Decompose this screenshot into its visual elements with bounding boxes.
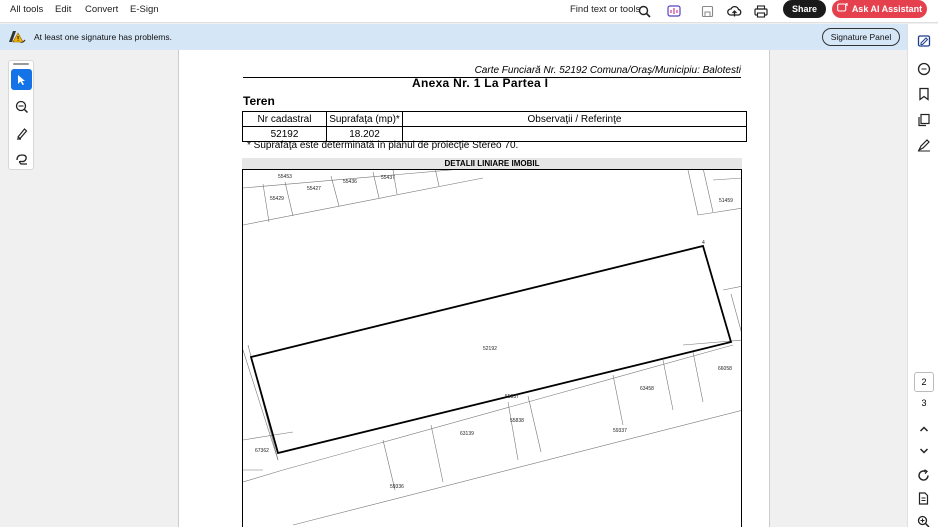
- plan-label: 55838: [510, 418, 524, 424]
- save-icon[interactable]: [697, 1, 717, 21]
- chevron-down-icon[interactable]: [914, 441, 933, 460]
- right-tools-rail: 2 3: [907, 24, 938, 527]
- search-icon[interactable]: [634, 1, 654, 21]
- comment-search-icon: [15, 100, 28, 113]
- table-header-row: Nr cadastral Suprafaţa (mp)* Observaţii …: [242, 111, 747, 127]
- pages-icon[interactable]: [914, 110, 933, 129]
- parcel-plan-drawing: 52192 55453 55427 55436 55437 55429 5145…: [243, 170, 741, 526]
- comment-icon[interactable]: [914, 59, 933, 78]
- ai-audio-icon[interactable]: [664, 1, 684, 21]
- plan-vertex-label: 4: [702, 240, 705, 246]
- edit-pdf-icon[interactable]: [914, 31, 933, 50]
- plan-label: 55453: [278, 174, 292, 180]
- find-text-label[interactable]: Find text or tools: [570, 4, 640, 15]
- menu-convert[interactable]: Convert: [85, 4, 118, 15]
- banner-message: At least one signature has problems.: [34, 32, 172, 42]
- draw-tool-button[interactable]: [11, 148, 32, 169]
- plan-label: 63139: [460, 431, 474, 437]
- plan-label: 55437: [381, 175, 395, 181]
- plan-label: 55429: [270, 196, 284, 202]
- plan-label: 55436: [343, 179, 357, 185]
- bookmark-icon[interactable]: [914, 84, 933, 103]
- freehand-draw-icon: [15, 153, 27, 165]
- signature-panel-button[interactable]: Signature Panel: [822, 28, 900, 46]
- plan-label: 59337: [613, 428, 627, 434]
- cursor-icon: [18, 74, 25, 85]
- page-fit-icon[interactable]: [914, 489, 933, 508]
- select-tool-button[interactable]: [11, 69, 32, 90]
- pen-highlight-icon: [16, 127, 27, 140]
- share-button[interactable]: Share: [783, 0, 826, 18]
- zoom-in-icon[interactable]: [914, 512, 933, 527]
- menu-esign[interactable]: E-Sign: [130, 4, 159, 15]
- top-menu-bar: All tools Edit Convert E-Sign Find text …: [0, 0, 938, 23]
- doc-section-title: Teren: [243, 94, 275, 108]
- ask-ai-label: Ask AI Assistant: [851, 4, 923, 14]
- quick-tools-panel: [8, 60, 34, 170]
- detalii-title: DETALII LINIARE IMOBIL: [242, 158, 742, 169]
- menu-edit[interactable]: Edit: [55, 4, 71, 15]
- plan-label: 63458: [640, 386, 654, 392]
- comment-zoom-tool-button[interactable]: [11, 96, 32, 117]
- plan-label: 55837: [505, 394, 519, 400]
- signature-warning-banner: At least one signature has problems. Sig…: [0, 24, 907, 50]
- signature-warning-icon: [8, 29, 26, 45]
- current-page-number[interactable]: 2: [914, 372, 934, 392]
- plan-label: 59336: [390, 484, 404, 490]
- panel-drag-handle[interactable]: [13, 63, 29, 65]
- table-header: Suprafaţa (mp)*: [326, 111, 403, 127]
- signature-pen-icon[interactable]: [914, 135, 933, 154]
- doc-anexa-title: Anexa Nr. 1 La Partea I: [412, 76, 549, 90]
- plan-label: 51459: [719, 198, 733, 204]
- plan-label: 67362: [255, 448, 269, 454]
- refresh-icon[interactable]: [914, 466, 933, 485]
- plan-label-main: 52192: [483, 346, 497, 352]
- plan-label: 55427: [307, 186, 321, 192]
- highlight-tool-button[interactable]: [11, 122, 32, 143]
- table-header: Nr cadastral: [242, 111, 327, 127]
- next-page-number[interactable]: 3: [914, 398, 934, 408]
- ai-assistant-icon: [836, 3, 848, 15]
- cloud-upload-icon[interactable]: [724, 1, 744, 21]
- table-header: Observaţii / Referinţe: [402, 111, 747, 127]
- print-icon[interactable]: [751, 1, 771, 21]
- plan-label: 66058: [718, 366, 732, 372]
- parcel-plan: 52192 55453 55427 55436 55437 55429 5145…: [242, 169, 742, 527]
- chevron-up-icon[interactable]: [914, 419, 933, 438]
- menu-all-tools[interactable]: All tools: [10, 4, 43, 15]
- cadastral-table: Nr cadastral Suprafaţa (mp)* Observaţii …: [242, 111, 747, 142]
- ask-ai-assistant-button[interactable]: Ask AI Assistant: [832, 0, 927, 18]
- pdf-page: Carte Funciară Nr. 52192 Comuna/Oraş/Mun…: [178, 50, 770, 527]
- doc-note: * Suprafaţa este determinată în planul d…: [247, 140, 519, 151]
